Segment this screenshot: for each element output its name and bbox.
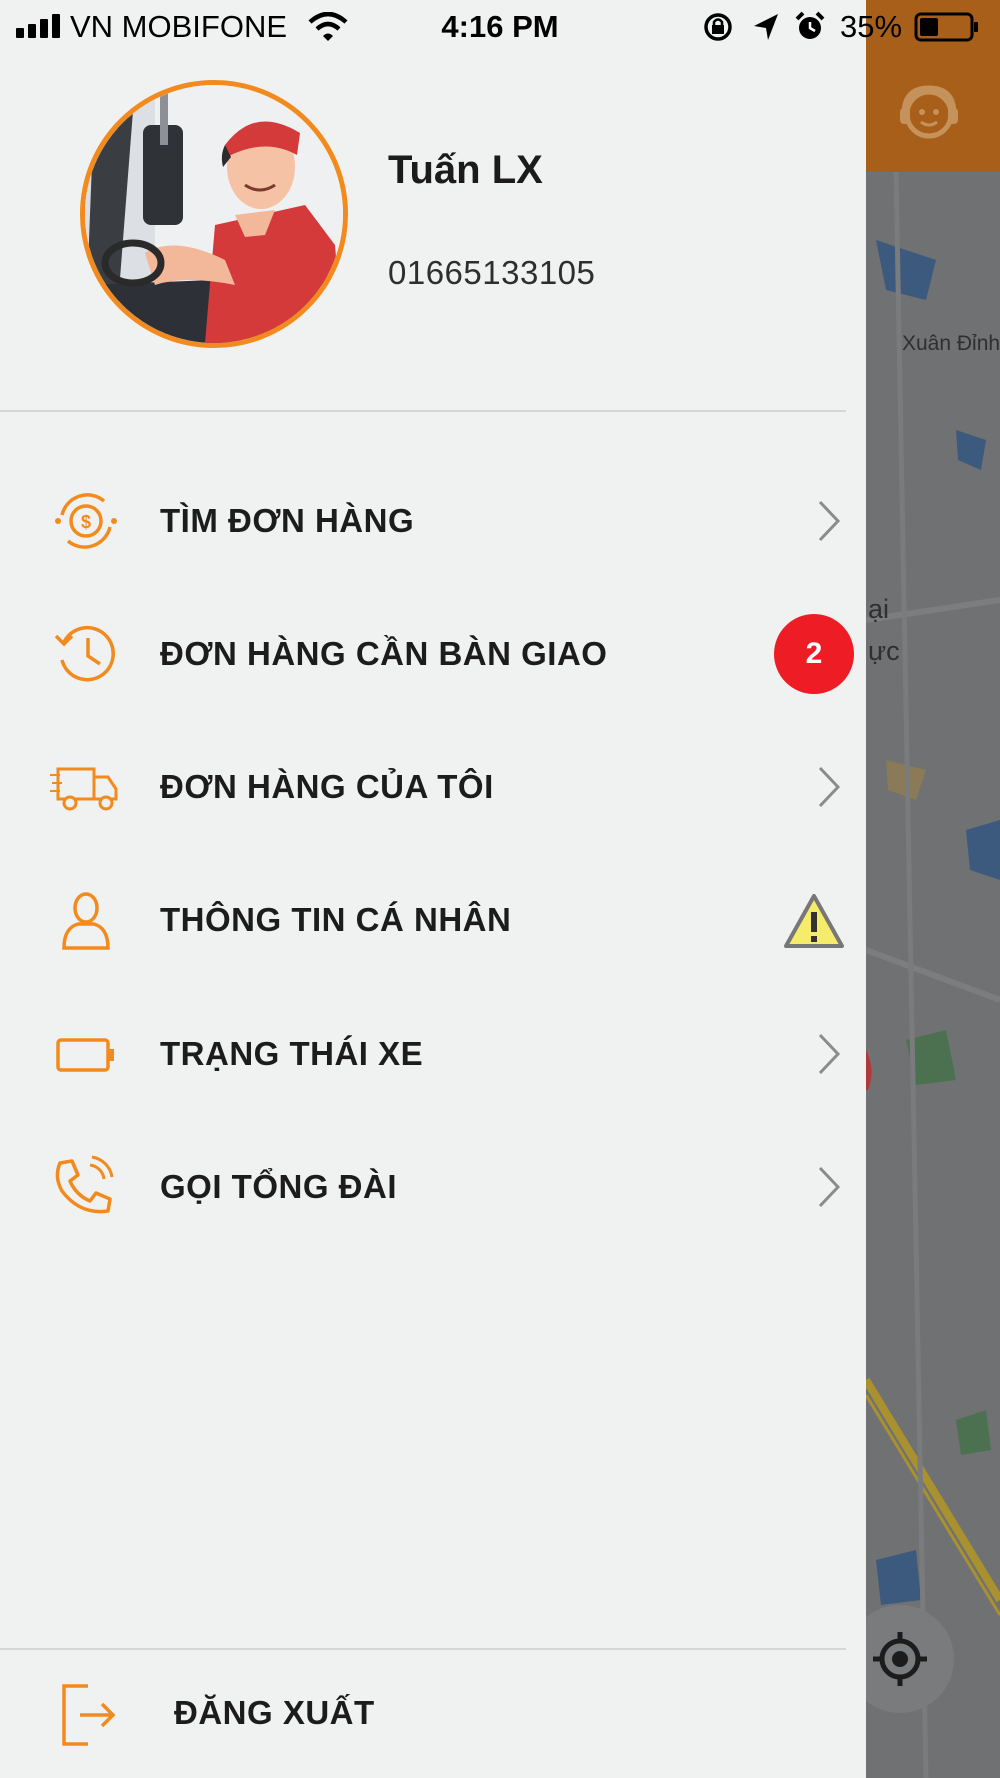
chevron-right-icon (818, 500, 841, 542)
chevron-right-icon (818, 1166, 841, 1208)
map-background[interactable]: Xuân Đỉnh ại ực (866, 0, 1000, 1778)
warning-icon (784, 894, 844, 948)
driver-illustration (85, 85, 343, 343)
status-bar: VN MOBIFONE 4:16 PM 35% (0, 0, 1000, 52)
battery-percentage: 35% (840, 9, 903, 44)
menu-item-orders-to-hand-over[interactable]: ĐƠN HÀNG CẦN BÀN GIAO (0, 599, 866, 709)
logout-label: ĐĂNG XUẤT (174, 1694, 375, 1731)
chevron-right-icon (818, 766, 841, 808)
driver-avatar[interactable] (80, 80, 348, 348)
money-cycle-icon: $ (55, 493, 117, 549)
support-headset-icon[interactable] (896, 78, 962, 144)
user-icon (62, 892, 110, 950)
chevron-right-icon (818, 1033, 841, 1075)
divider (0, 1648, 846, 1650)
map-place-label: ại (868, 594, 890, 624)
menu-item-label: GỌI TỔNG ĐÀI (160, 1168, 397, 1205)
logout-button[interactable]: ĐĂNG XUẤT (0, 1652, 866, 1772)
svg-text:$: $ (81, 512, 91, 532)
profile-phone: 01665133105 (388, 254, 596, 291)
menu-item-vehicle-status[interactable]: TRẠNG THÁI XE (0, 999, 866, 1109)
menu-item-label: ĐƠN HÀNG CẦN BÀN GIAO (160, 635, 608, 672)
logout-icon (62, 1684, 116, 1746)
rotation-lock-icon (704, 13, 732, 41)
profile-name: Tuấn LX (388, 148, 543, 192)
battery-status-icon (914, 12, 978, 42)
map-tiles (866, 171, 1000, 1778)
menu-item-my-orders[interactable]: ĐƠN HÀNG CỦA TÔI (0, 732, 866, 842)
divider (0, 410, 846, 412)
menu-item-label: TÌM ĐƠN HÀNG (160, 502, 415, 539)
history-clock-icon (54, 625, 115, 682)
menu-item-label: TRẠNG THÁI XE (160, 1035, 424, 1072)
menu-item-label: ĐƠN HÀNG CỦA TÔI (160, 768, 494, 805)
menu-item-find-orders[interactable]: $ TÌM ĐƠN HÀNG (0, 466, 866, 576)
battery-icon (56, 1038, 114, 1072)
navigation-drawer: Tuấn LX 01665133105 $ TÌM ĐƠN HÀNG ĐƠN H… (0, 0, 866, 1778)
menu-item-call-center[interactable]: GỌI TỔNG ĐÀI (0, 1132, 866, 1242)
delivery-truck-icon (50, 767, 118, 811)
notification-badge: 2 (774, 614, 854, 694)
my-location-button[interactable] (864, 1604, 974, 1714)
phone-call-icon (55, 1155, 114, 1214)
map-place-label: Xuân Đỉnh (902, 332, 1000, 355)
menu-item-personal-info[interactable]: THÔNG TIN CÁ NHÂN (0, 865, 866, 975)
menu-item-label: THÔNG TIN CÁ NHÂN (160, 901, 512, 938)
location-arrow-icon (754, 14, 778, 40)
alarm-clock-icon (795, 11, 825, 39)
map-place-label: ực (868, 636, 900, 666)
